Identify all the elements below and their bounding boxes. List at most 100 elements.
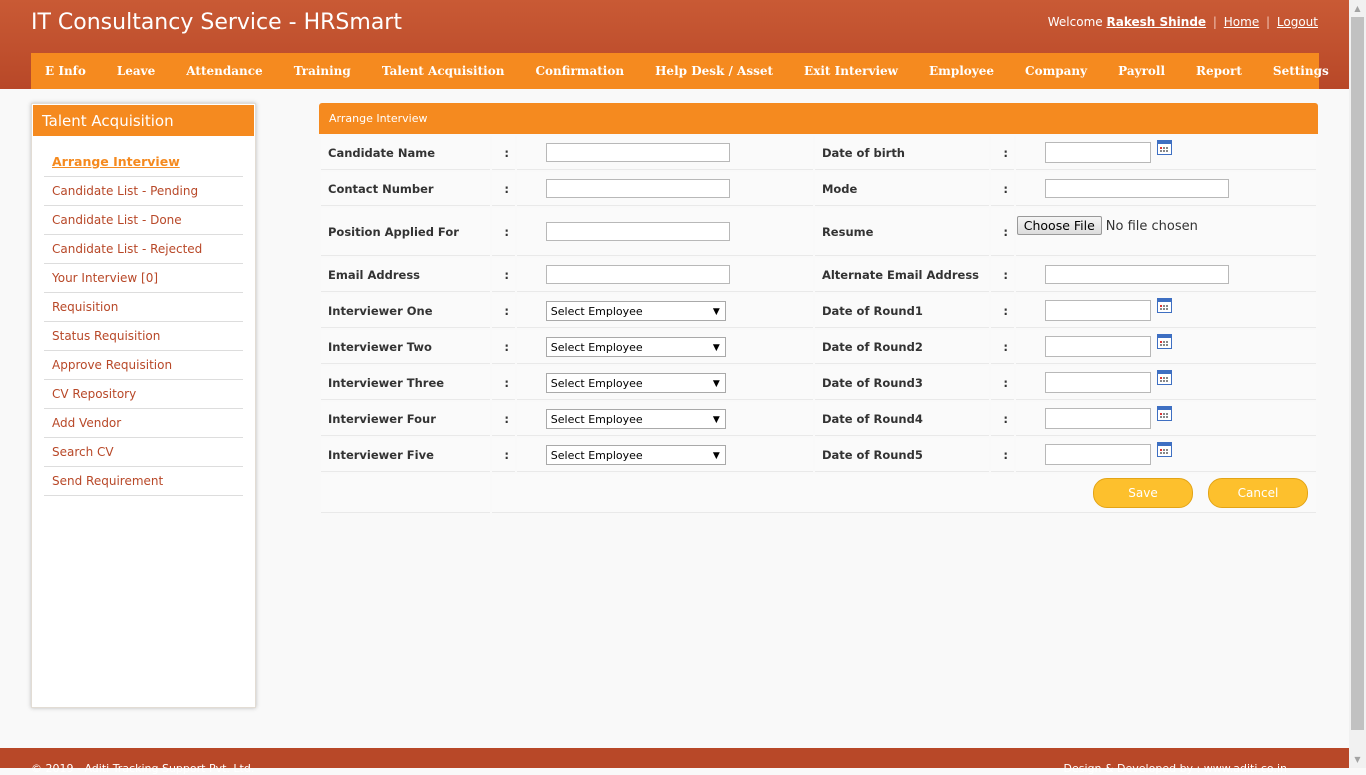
email-cell [516, 258, 813, 292]
email-input[interactable] [545, 265, 730, 284]
interviewer-four-cell: Select Employee ▼ [516, 402, 813, 436]
sidebar-item-candidate-list-rejected[interactable]: Candidate List - Rejected [44, 235, 243, 264]
nav-confirmation[interactable]: Confirmation [519, 64, 639, 78]
calendar-icon[interactable] [1156, 406, 1172, 421]
colon: : [990, 172, 1014, 206]
interviewer-four-label: Interviewer Four [321, 402, 490, 436]
form-actions-row: Save Cancel [321, 474, 1316, 513]
developer-credit: Design & Developed by : www.aditi.co.in [1063, 762, 1287, 775]
colon: : [491, 136, 515, 170]
date-of-birth-input[interactable] [1044, 142, 1151, 163]
colon: : [491, 258, 515, 292]
nav-help-desk-asset[interactable]: Help Desk / Asset [639, 64, 788, 78]
select-value: Select Employee [550, 376, 643, 390]
calendar-icon[interactable] [1156, 442, 1172, 457]
round1-date-input[interactable] [1044, 300, 1151, 321]
sidebar-item-approve-requisition[interactable]: Approve Requisition [44, 351, 243, 380]
dropdown-arrow-icon: ▼ [712, 450, 720, 461]
calendar-icon[interactable] [1156, 140, 1172, 155]
nav-payroll[interactable]: Payroll [1102, 64, 1180, 78]
scrollbar-thumb[interactable] [1351, 17, 1364, 730]
nav-leave[interactable]: Leave [101, 64, 170, 78]
vertical-scrollbar[interactable]: ▲ ▼ [1349, 0, 1366, 768]
round3-date-input[interactable] [1044, 372, 1151, 393]
candidate-name-input[interactable] [545, 143, 730, 162]
sidebar-item-cv-repository[interactable]: CV Repository [44, 380, 243, 409]
nav-company[interactable]: Company [1009, 64, 1102, 78]
nav-e-info[interactable]: E Info [31, 64, 101, 78]
round2-cell [1015, 330, 1316, 364]
form-row: Interviewer One : Select Employee ▼ Date … [321, 294, 1316, 328]
save-button[interactable]: Save [1092, 478, 1193, 508]
nav-talent-acquisition[interactable]: Talent Acquisition [366, 64, 520, 78]
separator: | [1266, 15, 1271, 29]
colon: : [990, 438, 1014, 472]
colon: : [491, 172, 515, 206]
sidebar-item-search-cv[interactable]: Search CV [44, 438, 243, 467]
interviewer-one-select[interactable]: Select Employee ▼ [545, 300, 726, 321]
round3-cell [1015, 366, 1316, 400]
round2-date-input[interactable] [1044, 336, 1151, 357]
sidebar-item-arrange-interview[interactable]: Arrange Interview [44, 148, 243, 177]
nav-settings[interactable]: Settings [1257, 64, 1344, 78]
colon: : [990, 208, 1014, 256]
app-title: IT Consultancy Service - HRSmart [31, 10, 402, 35]
sidebar-item-send-requirement[interactable]: Send Requirement [44, 467, 243, 496]
sidebar-item-candidate-list-done[interactable]: Candidate List - Done [44, 206, 243, 235]
colon: : [990, 402, 1014, 436]
sidebar-item-candidate-list-pending[interactable]: Candidate List - Pending [44, 177, 243, 206]
interviewer-two-label: Interviewer Two [321, 330, 490, 364]
sidebar-item-your-interview[interactable]: Your Interview [0] [44, 264, 243, 293]
nav-attendance[interactable]: Attendance [170, 64, 277, 78]
scroll-up-icon[interactable]: ▲ [1349, 0, 1366, 17]
interviewer-five-select[interactable]: Select Employee ▼ [545, 444, 726, 465]
panel-title: Arrange Interview [319, 103, 1318, 134]
round5-date-input[interactable] [1044, 444, 1151, 465]
scroll-down-icon[interactable]: ▼ [1349, 751, 1366, 768]
no-file-text: No file chosen [1105, 219, 1198, 234]
form-row: Position Applied For : Resume : Choose F… [321, 208, 1316, 256]
round3-label: Date of Round3 [814, 366, 989, 400]
sidebar-item-add-vendor[interactable]: Add Vendor [44, 409, 243, 438]
interview-form: Candidate Name : Date of birth : Contact… [319, 134, 1318, 515]
colon: : [990, 258, 1014, 292]
contact-number-cell [516, 172, 813, 206]
home-link[interactable]: Home [1224, 15, 1259, 29]
calendar-icon[interactable] [1156, 370, 1172, 385]
nav-report[interactable]: Report [1180, 64, 1257, 78]
round4-label: Date of Round4 [814, 402, 989, 436]
page-footer: © 2019 - Aditi Tracking Support Pvt. Ltd… [0, 748, 1349, 775]
mode-input[interactable] [1044, 179, 1229, 198]
nav-training[interactable]: Training [278, 64, 366, 78]
interviewer-three-label: Interviewer Three [321, 366, 490, 400]
interviewer-two-select[interactable]: Select Employee ▼ [545, 336, 726, 357]
colon: : [990, 330, 1014, 364]
form-row: Interviewer Five : Select Employee ▼ Date… [321, 438, 1316, 472]
calendar-icon[interactable] [1156, 334, 1172, 349]
nav-employee[interactable]: Employee [913, 64, 1009, 78]
interviewer-three-select[interactable]: Select Employee ▼ [545, 372, 726, 393]
user-name-link[interactable]: Rakesh Shinde [1106, 15, 1206, 29]
sidebar-item-requisition[interactable]: Requisition [44, 293, 243, 322]
separator: | [1212, 15, 1217, 29]
date-of-birth-cell [1015, 136, 1316, 170]
form-row: Contact Number : Mode : [321, 172, 1316, 206]
interviewer-five-label: Interviewer Five [321, 438, 490, 472]
nav-exit-interview[interactable]: Exit Interview [788, 64, 913, 78]
choose-file-button[interactable]: Choose File [1016, 216, 1102, 235]
round4-cell [1015, 402, 1316, 436]
calendar-icon[interactable] [1156, 298, 1172, 313]
cancel-button[interactable]: Cancel [1208, 478, 1308, 508]
position-applied-input[interactable] [545, 222, 730, 241]
select-value: Select Employee [550, 448, 643, 462]
sidebar: Talent Acquisition Arrange Interview Can… [31, 103, 256, 708]
alt-email-input[interactable] [1044, 265, 1229, 284]
contact-number-input[interactable] [545, 179, 730, 198]
welcome-text: Welcome [1047, 15, 1103, 29]
contact-number-label: Contact Number [321, 172, 490, 206]
round4-date-input[interactable] [1044, 408, 1151, 429]
logout-link[interactable]: Logout [1277, 15, 1318, 29]
round1-label: Date of Round1 [814, 294, 989, 328]
interviewer-four-select[interactable]: Select Employee ▼ [545, 408, 726, 429]
sidebar-item-status-requisition[interactable]: Status Requisition [44, 322, 243, 351]
